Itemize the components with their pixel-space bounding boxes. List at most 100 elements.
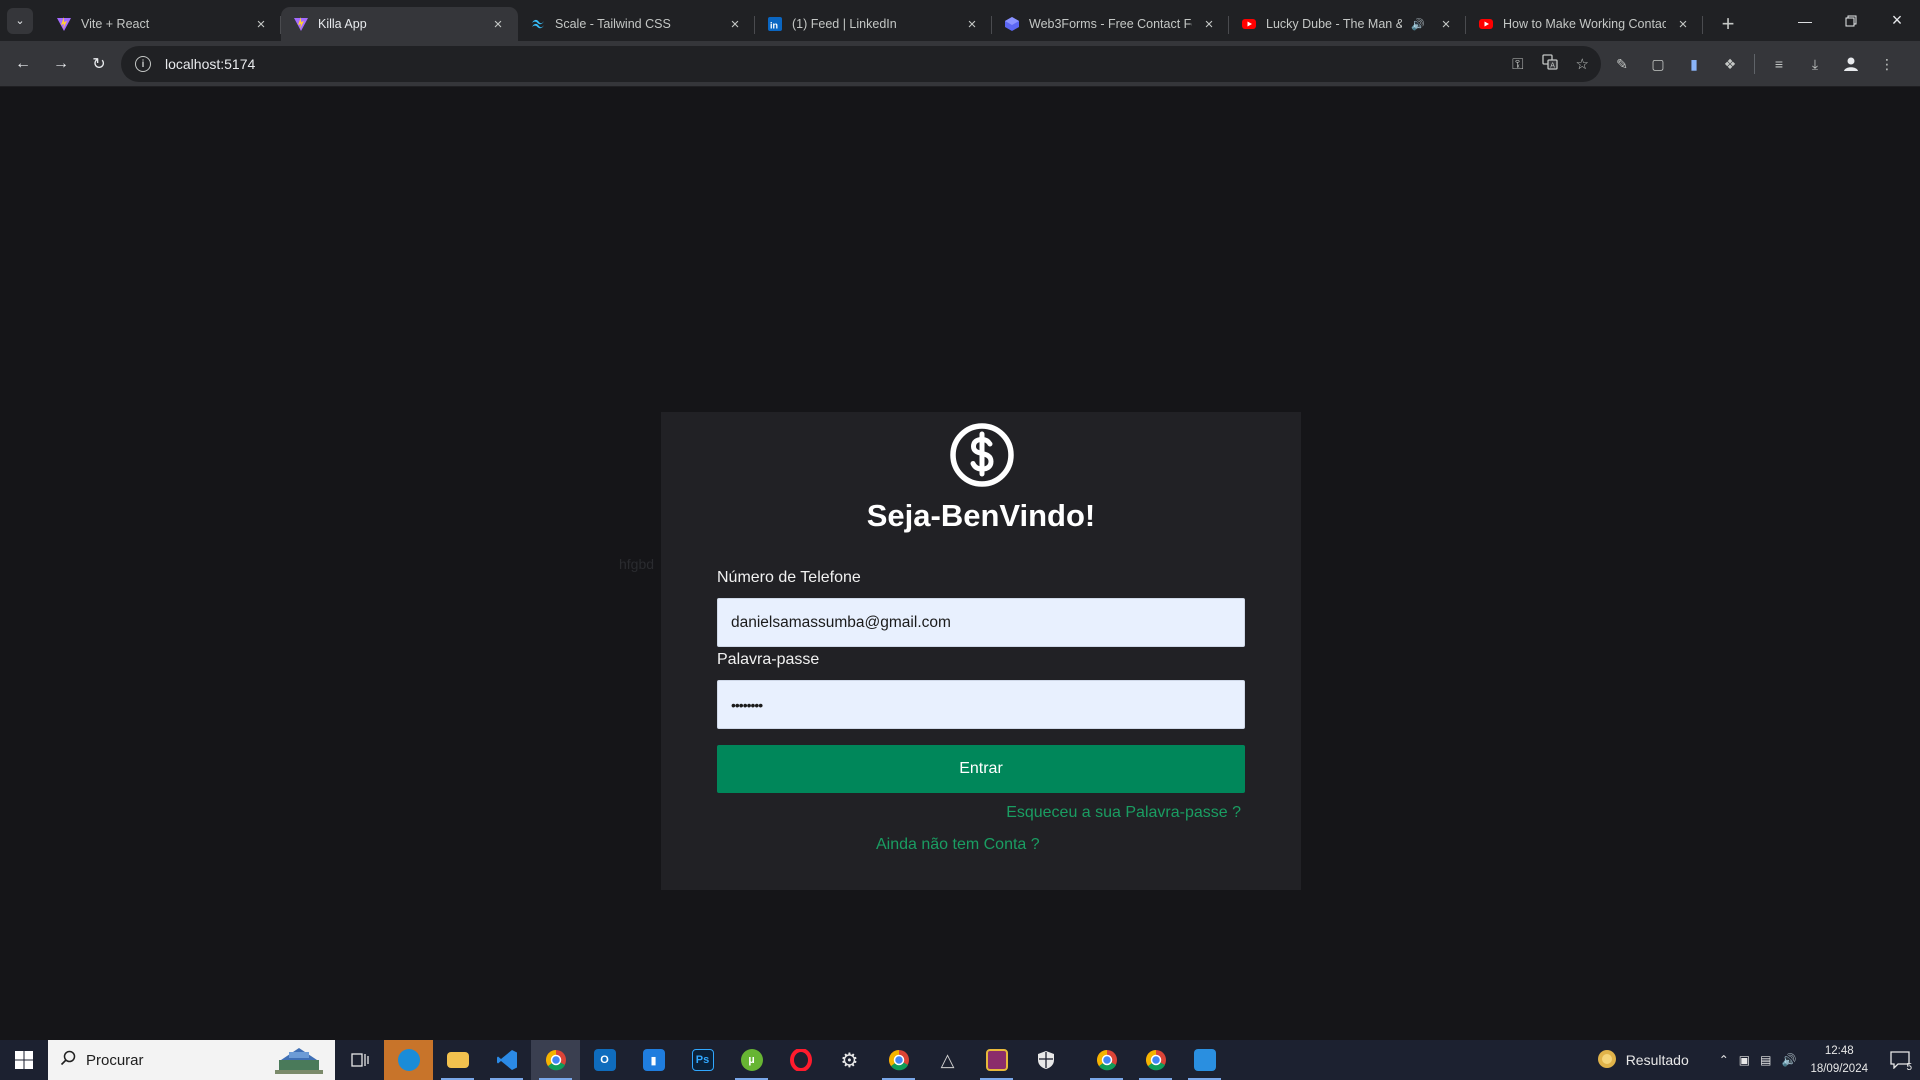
close-icon[interactable]: × — [727, 16, 743, 33]
close-icon[interactable]: × — [1438, 16, 1454, 33]
vite-icon — [293, 16, 309, 32]
close-icon[interactable]: × — [964, 16, 980, 33]
chrome-profile-3-icon[interactable] — [1131, 1040, 1180, 1080]
welcome-heading: Seja-BenVindo! — [866, 498, 1096, 533]
back-icon[interactable]: ← — [6, 47, 40, 81]
signup-link[interactable]: Ainda não tem Conta ? — [876, 836, 1040, 854]
page-extension-icon[interactable]: ▢ — [1646, 52, 1670, 76]
tab-youtube-contact[interactable]: How to Make Working Contact × — [1466, 7, 1703, 41]
login-button[interactable]: Entrar — [717, 745, 1245, 793]
reload-icon[interactable]: ↻ — [82, 47, 116, 81]
password-key-icon[interactable]: ⚿ — [1512, 56, 1523, 73]
photoshop-icon[interactable]: Ps — [678, 1040, 727, 1080]
color-picker-icon[interactable]: ✎ — [1610, 52, 1634, 76]
forward-icon[interactable]: → — [44, 47, 78, 81]
tab-vite-react[interactable]: Vite + React × — [44, 7, 281, 41]
close-icon[interactable]: × — [1675, 16, 1691, 33]
tab-linkedin[interactable]: in (1) Feed | LinkedIn × — [755, 7, 992, 41]
system-tray: Resultado ⌃ ▣ ▤ 🔊 12:48 18/09/2024 5 — [1596, 1040, 1920, 1080]
menu-kebab-icon[interactable]: ⋮ — [1875, 52, 1899, 76]
tab-title: Vite + React — [81, 17, 150, 31]
docs-extension-icon[interactable]: ▮ — [1682, 52, 1706, 76]
url-text[interactable]: localhost:5174 — [165, 56, 255, 72]
minimize-icon[interactable]: — — [1782, 0, 1828, 41]
media-queue-icon[interactable]: ≡ — [1767, 52, 1791, 76]
chevron-up-icon[interactable]: ⌃ — [1719, 1053, 1729, 1067]
chrome-profile-2-icon[interactable] — [1082, 1040, 1131, 1080]
chrome-profile-icon[interactable] — [531, 1040, 580, 1080]
task-view-icon[interactable] — [335, 1040, 384, 1080]
tab-title: How to Make Working Contact — [1503, 17, 1666, 31]
svg-text:A: A — [1550, 63, 1555, 70]
weather-widget[interactable]: Resultado — [1596, 1048, 1689, 1073]
tab-title: (1) Feed | LinkedIn — [792, 17, 897, 31]
clock-time: 12:48 — [1824, 1045, 1854, 1057]
winrar-icon[interactable] — [972, 1040, 1021, 1080]
edge-icon[interactable] — [384, 1040, 433, 1080]
system-clock[interactable]: 12:48 18/09/2024 — [1810, 1042, 1868, 1078]
address-bar[interactable]: i localhost:5174 ⚿ A ☆ — [121, 46, 1601, 82]
tab-tailwind[interactable]: Scale - Tailwind CSS × — [518, 7, 755, 41]
network-icon[interactable]: ▤ — [1760, 1053, 1771, 1067]
meet-now-icon[interactable]: ▣ — [1739, 1053, 1750, 1067]
file-explorer-icon[interactable] — [433, 1040, 482, 1080]
speaker-icon[interactable]: 🔊 — [1411, 18, 1425, 31]
chevron-down-icon: ⌄ — [15, 15, 25, 27]
new-tab-button[interactable]: + — [1713, 9, 1743, 39]
window-controls: — × — [1782, 0, 1920, 41]
tab-killa-app[interactable]: Killa App × — [281, 7, 518, 41]
password-input[interactable]: •••••••• — [717, 680, 1245, 729]
tab-separator — [1702, 16, 1703, 34]
site-info-icon[interactable]: i — [135, 56, 151, 72]
forgot-password-link[interactable]: Esqueceu a sua Palavra-passe ? — [1006, 804, 1241, 822]
profile-avatar-icon[interactable] — [1839, 52, 1863, 76]
restore-icon[interactable] — [1828, 0, 1874, 41]
chrome-icon[interactable] — [874, 1040, 923, 1080]
graduation-app-icon[interactable]: △ — [923, 1040, 972, 1080]
svg-text:in: in — [770, 21, 778, 31]
tab-youtube-lucky-dube[interactable]: Lucky Dube - The Man & th 🔊 × — [1229, 7, 1466, 41]
photos-app-icon[interactable] — [1180, 1040, 1229, 1080]
taskbar-search-box[interactable]: Procurar — [48, 1040, 335, 1080]
phone-input[interactable]: danielsamassumba@gmail.com — [717, 598, 1245, 647]
close-icon[interactable]: × — [490, 16, 506, 33]
translate-icon[interactable]: A — [1541, 54, 1558, 74]
notification-center-icon[interactable]: 5 — [1880, 1040, 1920, 1080]
close-icon[interactable]: × — [253, 16, 269, 33]
youtube-icon — [1478, 16, 1494, 32]
address-bar-actions: ⚿ A ☆ — [1512, 46, 1589, 82]
linkedin-icon: in — [767, 16, 783, 32]
system-icons: ⌃ ▣ ▤ 🔊 — [1719, 1053, 1797, 1067]
tab-title: Scale - Tailwind CSS — [555, 17, 671, 31]
outlook-icon[interactable]: O — [580, 1040, 629, 1080]
utorrent-icon[interactable]: µ — [727, 1040, 776, 1080]
bookmark-star-icon[interactable]: ☆ — [1576, 55, 1589, 73]
weather-label: Resultado — [1625, 1052, 1689, 1068]
windows-start-button[interactable] — [0, 1040, 48, 1080]
puzzle-extensions-icon[interactable]: ❖ — [1718, 52, 1742, 76]
download-icon[interactable]: ⤓ — [1803, 52, 1827, 76]
trello-icon[interactable]: ▮ — [629, 1040, 678, 1080]
clock-date: 18/09/2024 — [1810, 1063, 1868, 1075]
tab-search-button[interactable]: ⌄ — [7, 7, 33, 34]
web3forms-icon — [1004, 16, 1020, 32]
youtube-icon — [1241, 16, 1257, 32]
taskbar-search-placeholder: Procurar — [86, 1051, 144, 1069]
stray-text: hfgbd — [619, 556, 655, 572]
close-window-icon[interactable]: × — [1874, 0, 1920, 41]
vscode-icon[interactable] — [482, 1040, 531, 1080]
close-icon[interactable]: × — [1201, 16, 1217, 33]
volume-icon[interactable]: 🔊 — [1781, 1053, 1796, 1067]
search-icon — [60, 1050, 76, 1070]
extensions-bar: ✎ ▢ ▮ ❖ ≡ ⤓ ⋮ — [1610, 46, 1899, 82]
opera-icon[interactable] — [776, 1040, 825, 1080]
weather-sun-icon — [1596, 1048, 1618, 1073]
tab-web3forms[interactable]: Web3Forms - Free Contact Forr × — [992, 7, 1229, 41]
phone-label: Número de Telefone — [717, 569, 861, 586]
windows-security-icon[interactable] — [1021, 1040, 1070, 1080]
settings-gear-icon[interactable]: ⚙ — [825, 1040, 874, 1080]
tab-title: Killa App — [318, 17, 367, 31]
notification-count: 5 — [1906, 1062, 1912, 1073]
tab-title: Web3Forms - Free Contact Forr — [1029, 17, 1192, 31]
vite-icon — [56, 16, 72, 32]
